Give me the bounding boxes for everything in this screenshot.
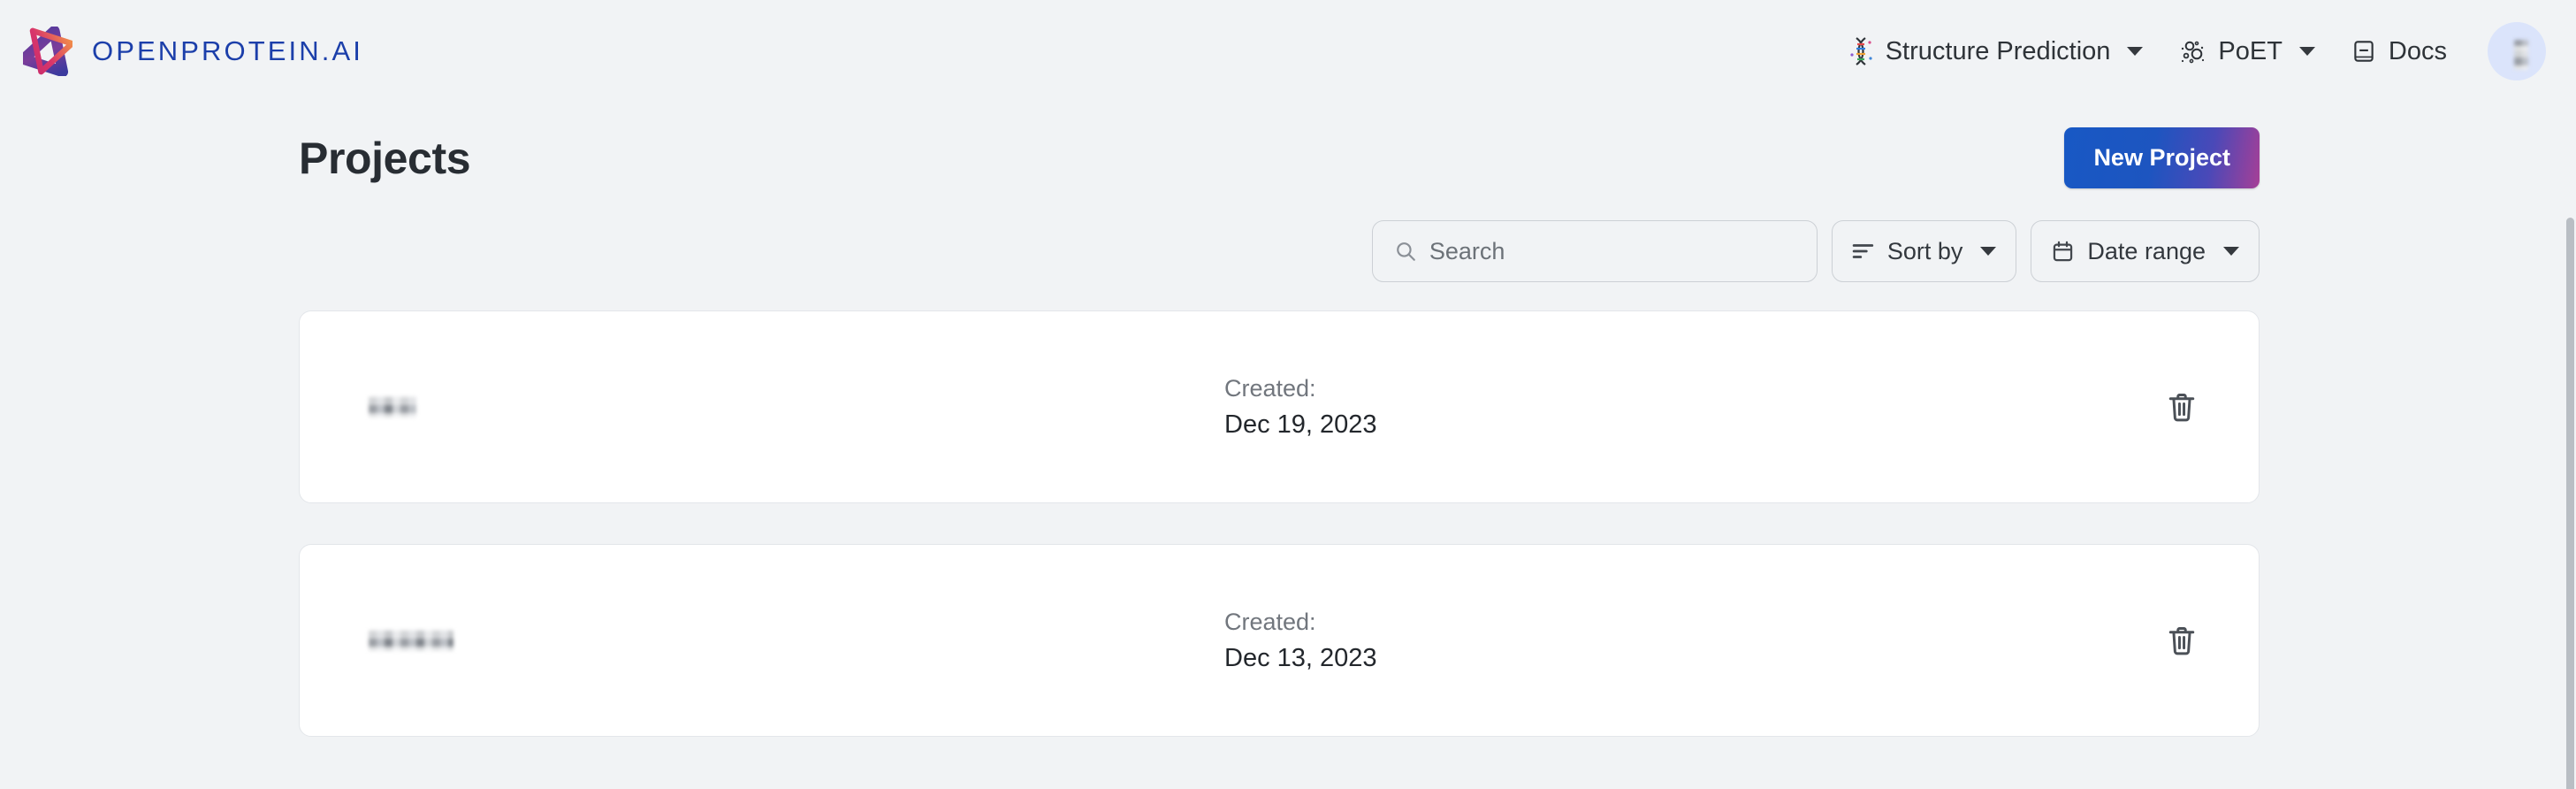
chevron-down-icon[interactable] [2298,47,2315,56]
date-range-label: Date range [2087,237,2206,264]
avatar[interactable] [2488,22,2546,80]
nav-label-structure-prediction: Structure Prediction [1885,36,2111,65]
page-body: Projects New Project Search Sort by Date… [0,103,2576,789]
top-navigation-bar: OPENPROTEIN.AI Structure Prediction PoET… [0,0,2576,103]
page-title: Projects [299,133,471,183]
search-icon [1394,240,1417,263]
avatar-initials-redacted [2514,39,2529,70]
project-name-cell [369,630,1224,651]
controls-row: Sort by Date range [299,220,2260,282]
openprotein-star-logo-icon [23,27,72,76]
projects-list: Created: Dec 19, 2023 Created: Dec 13, 2… [299,310,2260,737]
created-label: Created: [1224,608,1316,635]
dna-helix-icon [1848,36,1874,66]
brand-logo-area[interactable]: OPENPROTEIN.AI [23,27,363,76]
delete-project-button[interactable] [2158,382,2206,432]
chevron-down-icon [2223,247,2239,256]
nav-item-docs[interactable]: Docs [2333,28,2465,75]
delete-project-button[interactable] [2158,616,2206,665]
vertical-scrollbar-track[interactable] [2565,103,2576,789]
project-name-redacted [369,630,453,651]
calendar-icon [2051,240,2075,264]
new-project-button[interactable]: New Project [2064,127,2260,188]
book-icon [2351,38,2377,65]
search-input[interactable] [1429,237,1795,265]
vertical-scrollbar-thumb[interactable] [2566,218,2574,789]
project-card[interactable]: Created: Dec 13, 2023 [299,544,2260,737]
nav-label-poet: PoET [2218,36,2283,65]
nav-item-structure-prediction[interactable]: Structure Prediction [1830,27,2161,75]
trash-icon [2167,391,2197,423]
project-created-cell: Created: Dec 13, 2023 [1224,609,2158,673]
project-name-redacted [369,396,416,417]
trash-icon [2167,624,2197,656]
nav-item-poet[interactable]: PoET [2161,28,2333,75]
sort-lines-icon [1852,241,1875,261]
page-header-row: Projects New Project [299,103,2260,188]
project-name-cell [369,396,1224,417]
project-card[interactable]: Created: Dec 19, 2023 [299,310,2260,503]
sort-by-button[interactable]: Sort by [1831,220,2017,282]
nav-label-docs: Docs [2388,36,2447,65]
main-nav: Structure Prediction PoET Docs [1830,22,2546,80]
created-label: Created: [1224,374,1316,402]
created-date: Dec 13, 2023 [1224,643,1377,672]
search-box[interactable] [1371,220,1818,282]
date-range-button[interactable]: Date range [2031,220,2260,282]
content-column: Projects New Project Search Sort by Date… [286,103,2260,737]
chevron-down-icon[interactable] [2127,47,2144,56]
molecules-bubbles-icon [2178,37,2206,65]
brand-name: OPENPROTEIN.AI [92,35,363,66]
sort-by-label: Sort by [1886,237,1963,264]
project-created-cell: Created: Dec 19, 2023 [1224,375,2158,440]
created-date: Dec 19, 2023 [1224,410,1377,439]
chevron-down-icon [1980,247,1997,256]
